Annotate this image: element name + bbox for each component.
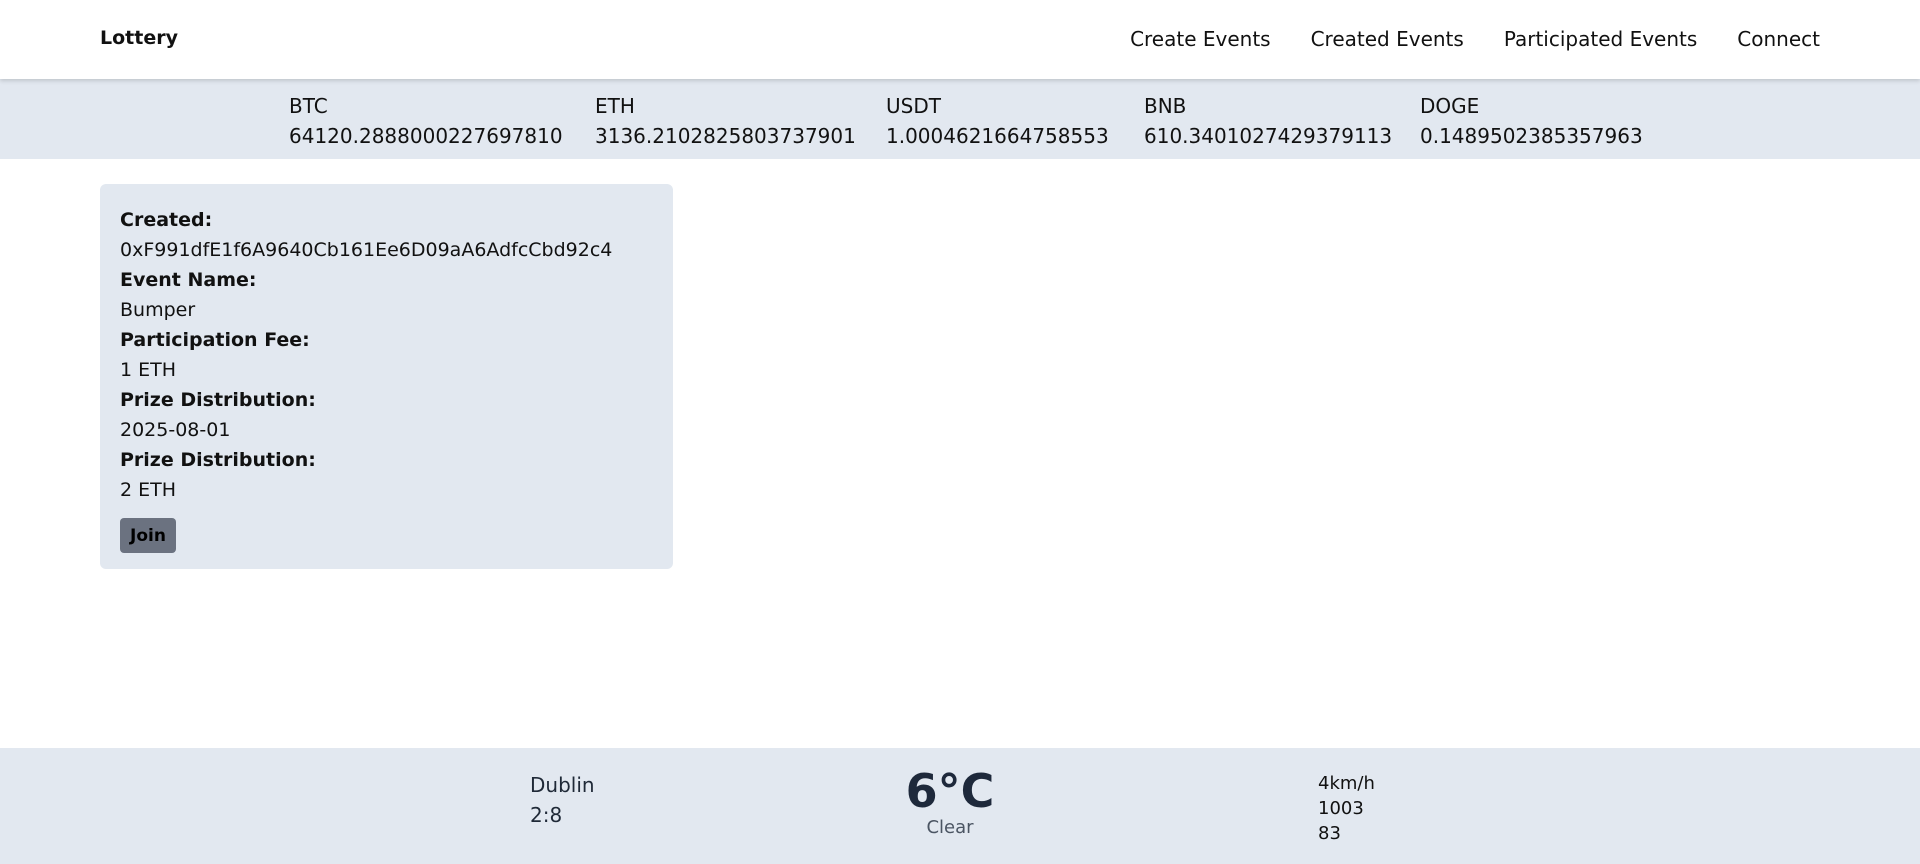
ticker-item-eth: ETH 3136.2102825803737901 (595, 92, 856, 151)
event-card: Created: 0xF991dfE1f6A9640Cb161Ee6D09aA6… (100, 184, 673, 569)
weather-time: 2:8 (530, 803, 563, 827)
coin-symbol: ETH (595, 94, 635, 118)
participation-fee-value: 1 ETH (120, 359, 177, 381)
coin-price: 1.0004621664758553 (886, 124, 1109, 148)
ticker-item-doge: DOGE 0.1489502385357963 (1420, 92, 1643, 151)
ticker-item-bnb: BNB 610.3401027429379113 (1144, 92, 1392, 151)
weather-condition: Clear (926, 817, 974, 838)
weather-city: Dublin (530, 773, 595, 797)
ticker-item-btc: BTC 64120.2888000227697810 (289, 92, 563, 151)
nav-participated-events[interactable]: Participated Events (1504, 27, 1697, 51)
prize-distribution-date-value: 2025-08-01 (120, 419, 231, 441)
brand-logo[interactable]: Lottery (100, 27, 178, 49)
coin-price: 0.1489502385357963 (1420, 124, 1643, 148)
nav-created-events[interactable]: Created Events (1311, 27, 1464, 51)
coin-symbol: BNB (1144, 94, 1187, 118)
nav-menu: Create Events Created Events Participate… (1130, 27, 1820, 51)
weather-wind: 4km/h (1318, 773, 1375, 794)
event-name-label: Event Name: (120, 269, 257, 291)
created-value: 0xF991dfE1f6A9640Cb161Ee6D09aA6AdfcCbd92… (120, 239, 613, 261)
weather-humidity: 83 (1318, 823, 1341, 844)
coin-price: 610.3401027429379113 (1144, 124, 1393, 148)
coin-symbol: DOGE (1420, 94, 1480, 118)
weather-stats: 4km/h 1003 83 (1318, 771, 1375, 846)
crypto-ticker: BTC 64120.2888000227697810 ETH 3136.2102… (0, 79, 1920, 159)
top-navbar: Lottery Create Events Created Events Par… (0, 0, 1920, 79)
weather-pressure: 1003 (1318, 798, 1364, 819)
prize-distribution-amount-value: 2 ETH (120, 479, 177, 501)
prize-distribution-date-label: Prize Distribution: (120, 389, 316, 411)
ticker-item-usdt: USDT 1.0004621664758553 (886, 92, 1109, 151)
nav-create-events[interactable]: Create Events (1130, 27, 1271, 51)
weather-temperature: 6°C (905, 764, 995, 818)
join-button[interactable]: Join (120, 518, 176, 553)
coin-symbol: USDT (886, 94, 941, 118)
weather-temperature-block: 6°C Clear (850, 766, 1050, 840)
nav-connect[interactable]: Connect (1737, 27, 1820, 51)
prize-distribution-amount-label: Prize Distribution: (120, 449, 316, 471)
weather-footer: Dublin 2:8 6°C Clear 4km/h 1003 83 (0, 748, 1920, 864)
created-label: Created: (120, 209, 213, 231)
coin-symbol: BTC (289, 94, 328, 118)
participation-fee-label: Participation Fee: (120, 329, 310, 351)
coin-price: 64120.2888000227697810 (289, 124, 563, 148)
coin-price: 3136.2102825803737901 (595, 124, 856, 148)
event-name-value: Bumper (120, 299, 196, 321)
